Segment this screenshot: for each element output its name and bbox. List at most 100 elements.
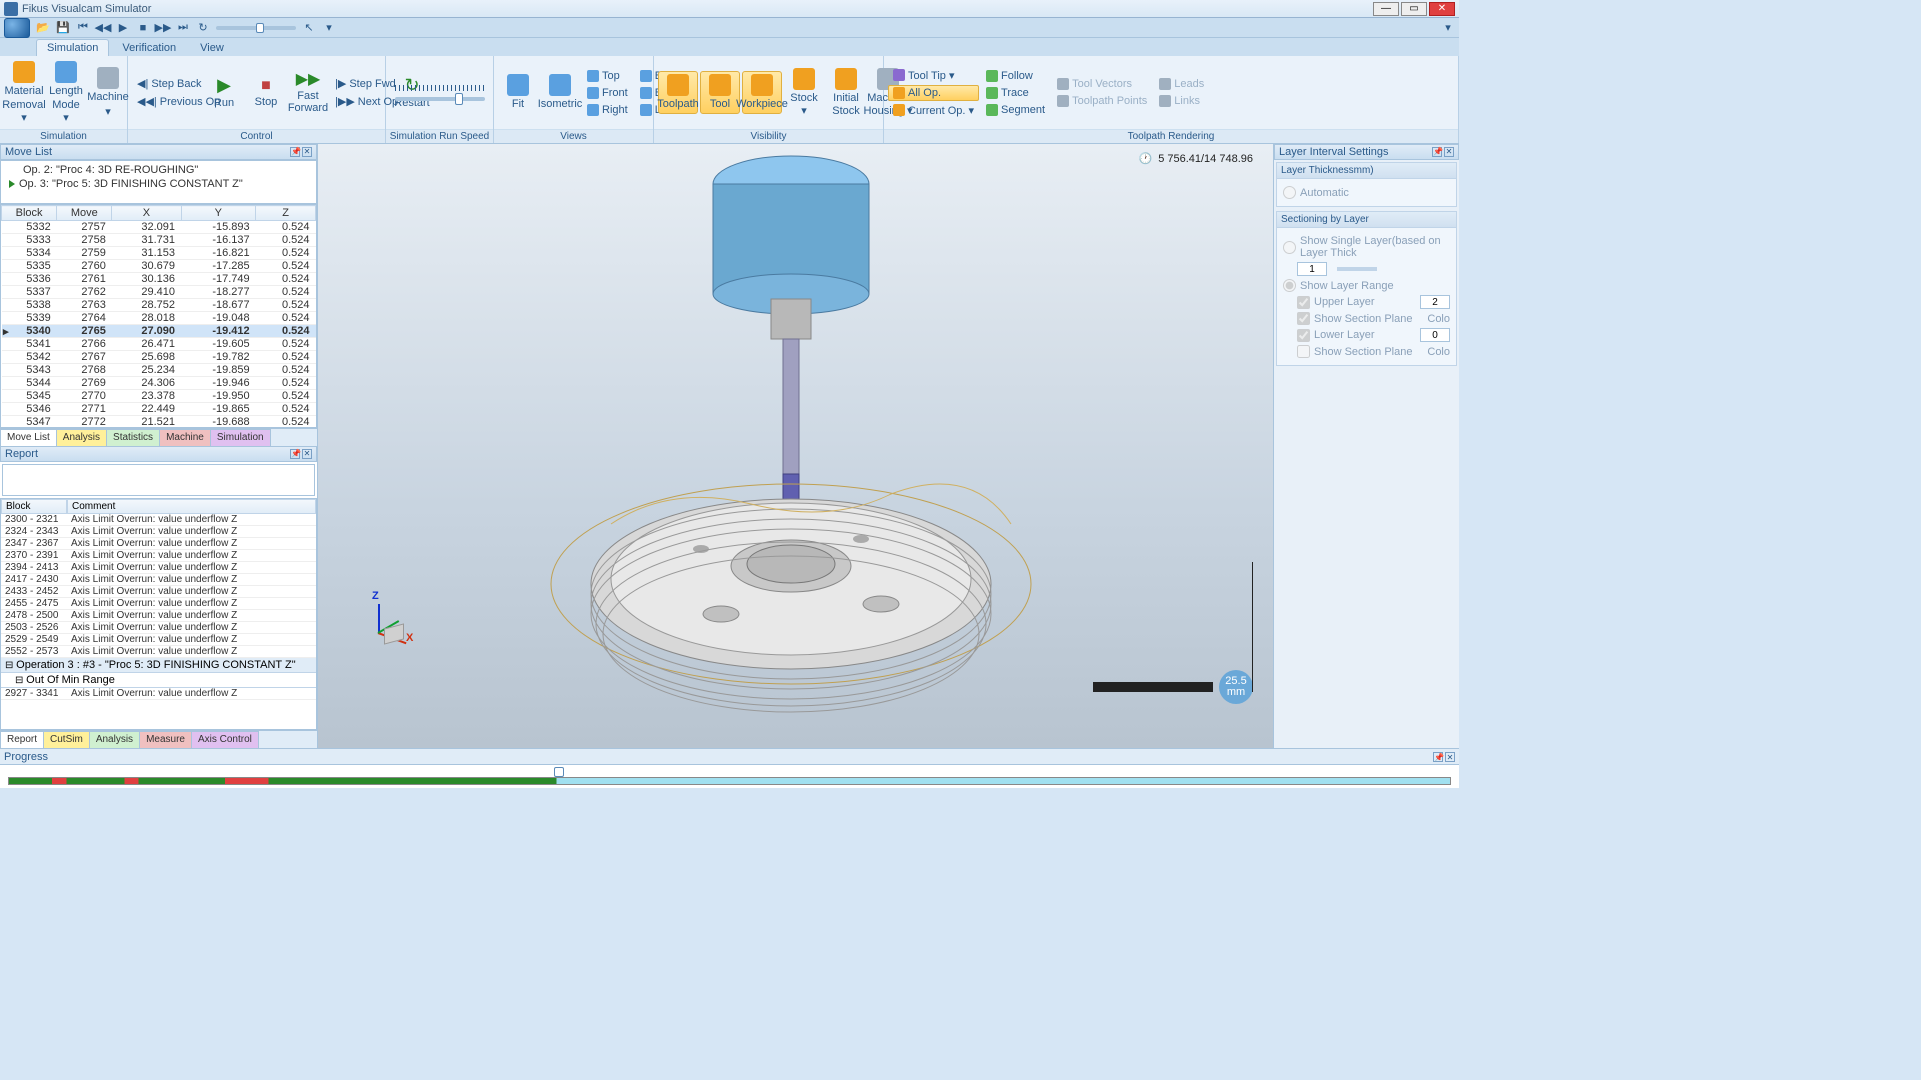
tool-vectors-button[interactable]: Tool Vectors: [1052, 76, 1152, 92]
close-panel-icon[interactable]: ✕: [1444, 147, 1454, 157]
move-row[interactable]: 5342276725.698-19.7820.524: [2, 351, 316, 364]
report-row[interactable]: 2394 - 2413Axis Limit Overrun: value und…: [1, 562, 316, 574]
tab-machine[interactable]: Machine: [159, 429, 211, 446]
speed-slider[interactable]: [216, 26, 296, 30]
move-row[interactable]: 5346277122.449-19.8650.524: [2, 403, 316, 416]
next-icon[interactable]: ▶▶: [156, 21, 170, 35]
move-row[interactable]: 5341276626.471-19.6050.524: [2, 338, 316, 351]
play-icon[interactable]: ▶: [116, 21, 130, 35]
minimize-button[interactable]: —: [1373, 2, 1399, 16]
report-input[interactable]: [2, 464, 315, 496]
tab-report-analysis[interactable]: Analysis: [89, 731, 140, 748]
open-icon[interactable]: 📂: [36, 21, 50, 35]
report-row[interactable]: 2300 - 2321Axis Limit Overrun: value und…: [1, 514, 316, 526]
step-fwd-button[interactable]: |▶Step Fwd: [330, 75, 390, 92]
follow-button[interactable]: Follow: [981, 68, 1050, 84]
move-row[interactable]: 5340276527.090-19.4120.524: [2, 325, 316, 338]
report-range-row[interactable]: ⊟ Out Of Min Range: [1, 673, 316, 688]
lower-layer-check[interactable]: Lower Layer: [1297, 328, 1450, 342]
upper-layer-check[interactable]: Upper Layer: [1297, 295, 1450, 309]
prev-icon[interactable]: ◀◀: [96, 21, 110, 35]
skip-end-icon[interactable]: ⏭: [176, 21, 190, 35]
report-row[interactable]: 2478 - 2500Axis Limit Overrun: value und…: [1, 610, 316, 622]
move-table[interactable]: BlockMoveXYZ 5332275732.091-15.8930.5245…: [0, 204, 317, 428]
toolpath-toggle[interactable]: Toolpath: [658, 71, 698, 113]
tab-verification[interactable]: Verification: [111, 39, 187, 56]
progress-thumb[interactable]: [554, 767, 564, 777]
report-row[interactable]: 2347 - 2367Axis Limit Overrun: value und…: [1, 538, 316, 550]
tab-view[interactable]: View: [189, 39, 235, 56]
move-row[interactable]: 5337276229.410-18.2770.524: [2, 286, 316, 299]
move-row[interactable]: 5339276428.018-19.0480.524: [2, 312, 316, 325]
segment-button[interactable]: Segment: [981, 102, 1050, 118]
report-row[interactable]: 2324 - 2343Axis Limit Overrun: value und…: [1, 526, 316, 538]
close-button[interactable]: ✕: [1429, 2, 1455, 16]
collapse-ribbon-icon[interactable]: ▾: [1441, 21, 1455, 35]
length-mode-button[interactable]: LengthMode ▾: [46, 58, 86, 126]
next-op-button[interactable]: |▶▶Next Op: [330, 93, 390, 110]
report-row[interactable]: 2552 - 2573Axis Limit Overrun: value und…: [1, 646, 316, 658]
report-op-row[interactable]: ⊟ Operation 3 : #3 - "Proc 5: 3D FINISHI…: [1, 658, 316, 673]
report-row[interactable]: 2455 - 2475Axis Limit Overrun: value und…: [1, 598, 316, 610]
stop-icon[interactable]: ■: [136, 21, 150, 35]
close-panel-icon[interactable]: ✕: [302, 147, 312, 157]
pin-icon[interactable]: 📌: [1432, 147, 1442, 157]
tab-simulation[interactable]: Simulation: [36, 39, 109, 56]
report-row[interactable]: 2529 - 2549Axis Limit Overrun: value und…: [1, 634, 316, 646]
step-back-button[interactable]: ◀|Step Back: [132, 75, 202, 92]
close-panel-icon[interactable]: ✕: [1445, 752, 1455, 762]
cursor-icon[interactable]: ↖: [302, 21, 316, 35]
fast-forward-button[interactable]: ▶▶Fast Forward: [288, 68, 328, 118]
move-row[interactable]: 5343276825.234-19.8590.524: [2, 364, 316, 377]
op-tree[interactable]: Op. 2: "Proc 4: 3D RE-ROUGHING" Op. 3: "…: [0, 160, 317, 204]
move-row[interactable]: 5336276130.136-17.7490.524: [2, 273, 316, 286]
links-button[interactable]: Links: [1154, 93, 1209, 109]
machine-button[interactable]: Machine▾: [88, 64, 128, 120]
fit-button[interactable]: Fit: [498, 71, 538, 113]
toolpath-points-button[interactable]: Toolpath Points: [1052, 93, 1152, 109]
pin-icon[interactable]: 📌: [1433, 752, 1443, 762]
report-row[interactable]: 2503 - 2526Axis Limit Overrun: value und…: [1, 622, 316, 634]
tool-tip-button[interactable]: Tool Tip ▾: [888, 67, 979, 84]
move-row[interactable]: 5332275732.091-15.8930.524: [2, 221, 316, 234]
isometric-button[interactable]: Isometric: [540, 71, 580, 113]
tab-axis-control[interactable]: Axis Control: [191, 731, 259, 748]
lower-layer-input[interactable]: [1420, 328, 1450, 342]
pin-icon[interactable]: 📌: [290, 147, 300, 157]
report-row[interactable]: 2370 - 2391Axis Limit Overrun: value und…: [1, 550, 316, 562]
front-button[interactable]: Front: [582, 85, 633, 101]
tab-analysis[interactable]: Analysis: [56, 429, 107, 446]
restart-icon[interactable]: ↻: [196, 21, 210, 35]
top-button[interactable]: Top: [582, 68, 633, 84]
previous-op-button[interactable]: ◀◀|Previous Op: [132, 93, 202, 110]
move-row[interactable]: 5344276924.306-19.9460.524: [2, 377, 316, 390]
move-row[interactable]: 5333275831.731-16.1370.524: [2, 234, 316, 247]
trace-button[interactable]: Trace: [981, 85, 1050, 101]
tab-simulation-panel[interactable]: Simulation: [210, 429, 271, 446]
initial-stock-toggle[interactable]: Initial Stock: [826, 65, 866, 119]
move-row[interactable]: 5334275931.153-16.8210.524: [2, 247, 316, 260]
move-row[interactable]: 5345277023.378-19.9500.524: [2, 390, 316, 403]
workpiece-toggle[interactable]: Workpiece: [742, 71, 782, 113]
run-speed-slider[interactable]: [395, 97, 485, 101]
close-panel-icon[interactable]: ✕: [302, 449, 312, 459]
tab-measure[interactable]: Measure: [139, 731, 192, 748]
skip-start-icon[interactable]: ⏮: [76, 21, 90, 35]
maximize-button[interactable]: ▭: [1401, 2, 1427, 16]
tab-cutsim[interactable]: CutSim: [43, 731, 90, 748]
show-single-layer-radio[interactable]: Show Single Layer(based on Layer Thick: [1283, 235, 1450, 259]
material-removal-button[interactable]: MaterialRemoval ▾: [4, 58, 44, 126]
stop-button[interactable]: ■Stop: [246, 74, 286, 112]
report-grid[interactable]: BlockComment 2300 - 2321Axis Limit Overr…: [0, 498, 317, 730]
qat-dropdown-icon[interactable]: ▾: [322, 21, 336, 35]
pin-icon[interactable]: 📌: [290, 449, 300, 459]
automatic-radio[interactable]: Automatic: [1283, 186, 1450, 199]
upper-layer-input[interactable]: [1420, 295, 1450, 309]
save-icon[interactable]: 💾: [56, 21, 70, 35]
move-row[interactable]: 5338276328.752-18.6770.524: [2, 299, 316, 312]
tool-toggle[interactable]: Tool: [700, 71, 740, 113]
stock-toggle[interactable]: Stock ▾: [784, 65, 824, 119]
move-row[interactable]: 5347277221.521-19.6880.524: [2, 416, 316, 429]
right-button[interactable]: Right: [582, 102, 633, 118]
tab-statistics[interactable]: Statistics: [106, 429, 160, 446]
